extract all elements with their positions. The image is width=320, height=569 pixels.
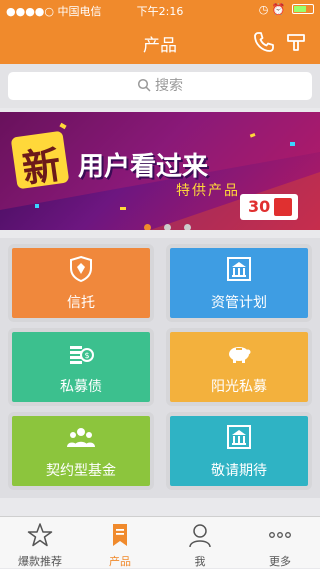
tab-more[interactable]: 更多 bbox=[240, 517, 320, 568]
banner-price-tag: 30 bbox=[240, 194, 298, 220]
tile-asset-plan[interactable]: 资管计划 bbox=[166, 244, 312, 322]
tab-bar: 爆款推荐 产品 我 更多 bbox=[0, 516, 320, 568]
tile-label: 信托 bbox=[67, 295, 95, 311]
banner-subtitle: 特供产品 bbox=[176, 183, 240, 199]
search-icon bbox=[137, 78, 151, 92]
person-icon bbox=[189, 524, 211, 548]
product-grid: 信托 资管计划 $ 私募债 阳光私募 契约型基金 敬请期待 bbox=[0, 238, 320, 498]
tile-label: 阳光私募 bbox=[211, 379, 267, 395]
piggy-bank-icon bbox=[229, 347, 251, 363]
status-bar: ●●●●○ 中国电信 下午2:16 ◷ ⏰ bbox=[0, 0, 320, 20]
tile-sunshine-fund[interactable]: 阳光私募 bbox=[166, 328, 312, 406]
tab-me[interactable]: 我 bbox=[160, 517, 240, 568]
tile-label: 敬请期待 bbox=[211, 463, 267, 479]
star-icon bbox=[27, 523, 53, 547]
banner-price-sticker bbox=[274, 198, 292, 216]
tab-products[interactable]: 产品 bbox=[80, 517, 160, 568]
tile-trust[interactable]: 信托 bbox=[8, 244, 154, 322]
nav-header: 产品 bbox=[0, 20, 320, 64]
tile-coming-soon[interactable]: 敬请期待 bbox=[166, 412, 312, 490]
battery-icon bbox=[292, 4, 314, 14]
search-bar: 搜索 bbox=[0, 64, 320, 108]
tile-private-bond[interactable]: $ 私募债 bbox=[8, 328, 154, 406]
tile-label: 契约型基金 bbox=[46, 463, 116, 479]
phone-icon[interactable] bbox=[252, 30, 276, 54]
banner-headline: 用户看过来 bbox=[78, 152, 209, 182]
tile-label: 资管计划 bbox=[211, 295, 267, 311]
tab-hot-picks[interactable]: 爆款推荐 bbox=[0, 517, 80, 568]
banner-pager bbox=[140, 216, 195, 230]
search-placeholder: 搜索 bbox=[155, 78, 183, 94]
pager-dot[interactable] bbox=[164, 224, 172, 230]
shield-icon bbox=[70, 255, 92, 283]
more-icon bbox=[269, 532, 291, 538]
bookmark-icon bbox=[113, 524, 127, 546]
pager-dot-active[interactable] bbox=[144, 224, 151, 230]
building-icon bbox=[227, 257, 251, 281]
building-icon bbox=[227, 425, 251, 449]
promo-banner[interactable]: 新 用户看过来 特供产品 30 bbox=[0, 112, 320, 230]
search-input[interactable]: 搜索 bbox=[8, 72, 312, 100]
people-icon bbox=[67, 428, 95, 447]
service-icon[interactable] bbox=[284, 30, 308, 54]
banner-badge-text: 新 bbox=[19, 142, 64, 192]
svg-text:$: $ bbox=[84, 351, 89, 360]
pager-dot[interactable] bbox=[184, 224, 192, 230]
tile-label: 私募债 bbox=[60, 379, 102, 395]
tile-contract-fund[interactable]: 契约型基金 bbox=[8, 412, 154, 490]
status-icons: ◷ ⏰ bbox=[259, 3, 314, 16]
coins-icon: $ bbox=[70, 346, 94, 364]
banner-price-value: 30 bbox=[248, 197, 271, 216]
